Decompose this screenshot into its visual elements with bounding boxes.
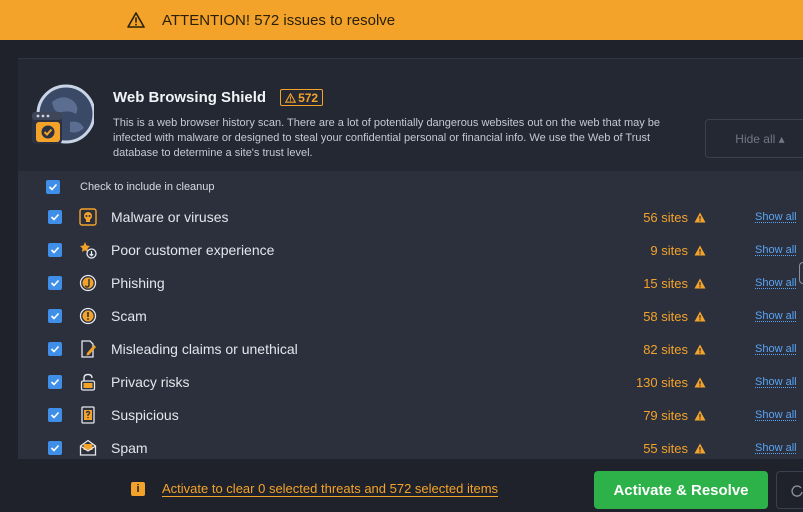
site-count: 79 sites xyxy=(643,408,706,423)
show-all-link[interactable]: Show all xyxy=(755,409,797,421)
warning-icon xyxy=(694,245,706,256)
site-count-text: 9 sites xyxy=(650,243,688,258)
warning-icon xyxy=(694,410,706,421)
threat-row-phishing: Phishing 15 sites Show all xyxy=(18,267,803,299)
threat-name: Scam xyxy=(111,308,147,324)
checkmark-icon xyxy=(48,182,58,192)
section-description: This is a web browser history scan. Ther… xyxy=(113,116,673,161)
checkmark-icon xyxy=(50,410,60,420)
show-all-link[interactable]: Show all xyxy=(755,442,797,454)
threat-name: Privacy risks xyxy=(111,374,190,390)
show-all-link[interactable]: Show all xyxy=(755,376,797,388)
site-count: 56 sites xyxy=(643,210,706,225)
document-pen-icon xyxy=(79,340,97,358)
checkmark-icon xyxy=(50,311,60,321)
site-count: 55 sites xyxy=(643,441,706,456)
row-checkbox[interactable] xyxy=(48,276,62,290)
show-all-link[interactable]: Show all xyxy=(755,343,797,355)
hide-all-button[interactable]: Hide all ▴ xyxy=(705,119,803,158)
title-row: Web Browsing Shield 572 xyxy=(113,89,323,106)
site-count: 82 sites xyxy=(643,342,706,357)
threat-list: Check to include in cleanup Malware or v… xyxy=(18,171,803,459)
check-all-label: Check to include in cleanup xyxy=(80,181,215,193)
warning-icon xyxy=(694,212,706,223)
refresh-icon xyxy=(790,484,803,498)
threat-name: Misleading claims or unethical xyxy=(111,341,298,357)
threat-row-malware: Malware or viruses 56 sites Show all xyxy=(18,201,803,233)
checkmark-icon xyxy=(50,377,60,387)
checkmark-icon xyxy=(50,212,60,222)
bad-rating-icon xyxy=(79,241,97,259)
threat-row-spam: Spam 55 sites Show all xyxy=(18,432,803,464)
show-all-link[interactable]: Show all xyxy=(755,277,797,289)
check-all-checkbox[interactable] xyxy=(46,180,60,194)
question-document-icon xyxy=(79,406,97,424)
threat-name: Phishing xyxy=(111,275,165,291)
site-count-text: 56 sites xyxy=(643,210,688,225)
site-count-text: 82 sites xyxy=(643,342,688,357)
row-checkbox[interactable] xyxy=(48,441,62,455)
badge-count: 572 xyxy=(298,91,318,105)
threat-name: Malware or viruses xyxy=(111,209,228,225)
checkmark-icon xyxy=(50,278,60,288)
warning-icon xyxy=(694,278,706,289)
threat-row-suspicious: Suspicious 79 sites Show all xyxy=(18,399,803,431)
issue-count-badge: 572 xyxy=(280,89,323,106)
site-count-text: 130 sites xyxy=(636,375,688,390)
section-header: Web Browsing Shield 572 This is a web br… xyxy=(18,59,803,171)
threat-row-privacy: Privacy risks 130 sites Show all xyxy=(18,366,803,398)
site-count-text: 15 sites xyxy=(643,276,688,291)
section-title: Web Browsing Shield xyxy=(113,89,266,106)
threat-name: Spam xyxy=(111,440,148,456)
row-checkbox[interactable] xyxy=(48,342,62,356)
row-checkbox[interactable] xyxy=(48,309,62,323)
banner-text: ATTENTION! 572 issues to resolve xyxy=(162,12,395,29)
info-icon: i xyxy=(131,482,145,496)
row-checkbox[interactable] xyxy=(48,408,62,422)
warning-icon xyxy=(694,311,706,322)
show-all-link[interactable]: Show all xyxy=(755,244,797,256)
footer-info: i Activate to clear 0 selected threats a… xyxy=(131,481,498,496)
warning-icon xyxy=(127,12,145,28)
warning-icon xyxy=(694,344,706,355)
refresh-button[interactable] xyxy=(776,471,803,509)
row-checkbox[interactable] xyxy=(48,243,62,257)
site-count-text: 58 sites xyxy=(643,309,688,324)
threat-name: Poor customer experience xyxy=(111,242,274,258)
warning-icon xyxy=(285,93,296,103)
activate-link[interactable]: Activate to clear 0 selected threats and… xyxy=(162,481,498,496)
site-count: 58 sites xyxy=(643,309,706,324)
web-browsing-shield-panel: Web Browsing Shield 572 This is a web br… xyxy=(18,58,803,458)
attention-banner: ATTENTION! 572 issues to resolve xyxy=(0,0,803,40)
activate-resolve-button[interactable]: Activate & Resolve xyxy=(594,471,768,509)
skull-icon xyxy=(79,208,97,226)
phishing-hook-icon xyxy=(79,274,97,292)
threat-row-poor-experience: Poor customer experience 9 sites Show al… xyxy=(18,234,803,266)
show-all-link[interactable]: Show all xyxy=(755,211,797,223)
site-count: 9 sites xyxy=(650,243,706,258)
padlock-icon xyxy=(79,373,97,391)
threat-row-misleading: Misleading claims or unethical 82 sites … xyxy=(18,333,803,365)
browser-shield-illustration-icon xyxy=(32,84,94,148)
checkmark-icon xyxy=(50,344,60,354)
exclamation-circle-icon xyxy=(79,307,97,325)
spam-envelope-icon xyxy=(79,439,97,457)
site-count-text: 79 sites xyxy=(643,408,688,423)
site-count-text: 55 sites xyxy=(643,441,688,456)
warning-icon xyxy=(694,443,706,454)
threat-row-scam: Scam 58 sites Show all xyxy=(18,300,803,332)
threat-name: Suspicious xyxy=(111,407,179,423)
warning-icon xyxy=(694,377,706,388)
site-count: 130 sites xyxy=(636,375,706,390)
checkmark-icon xyxy=(50,245,60,255)
show-all-link[interactable]: Show all xyxy=(755,310,797,322)
check-all-row[interactable]: Check to include in cleanup xyxy=(46,179,215,195)
site-count: 15 sites xyxy=(643,276,706,291)
row-checkbox[interactable] xyxy=(48,375,62,389)
row-checkbox[interactable] xyxy=(48,210,62,224)
checkmark-icon xyxy=(50,443,60,453)
scroll-handle[interactable] xyxy=(799,262,803,284)
